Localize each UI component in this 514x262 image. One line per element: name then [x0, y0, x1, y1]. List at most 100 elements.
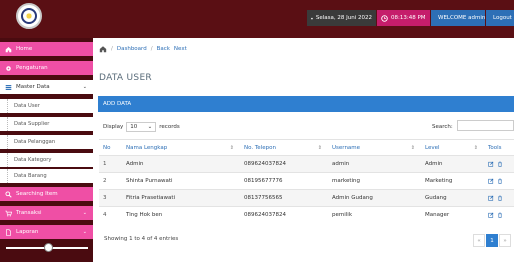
sidebar-subitem-label: Data Barang — [14, 173, 47, 179]
chevron-down-icon: ⌄ — [82, 229, 87, 235]
sidebar-subitem-data-user[interactable]: Data User — [0, 99, 93, 113]
edit-icon[interactable] — [488, 212, 494, 218]
sidebar-item-searching[interactable]: Searching Item — [0, 187, 93, 201]
cell-username: marketing — [328, 172, 421, 190]
entries-select[interactable]: 10 ⌄ — [126, 122, 157, 132]
gear-icon — [6, 65, 11, 71]
cell-username: admin — [328, 155, 421, 173]
cell-level: Admin — [421, 155, 484, 173]
sidebar-subitem-label: Data Supplier — [14, 121, 50, 127]
app-logo[interactable] — [16, 3, 42, 29]
cell-no: 2 — [99, 172, 122, 190]
logout-button[interactable]: Logout — [486, 10, 514, 26]
file-icon — [6, 228, 11, 236]
sidebar-subitem-data-pelanggan[interactable]: Data Pelanggan — [0, 135, 93, 149]
sidebar-subitem-label: Data Kategory — [14, 157, 52, 163]
list-icon — [5, 84, 12, 90]
sidebar-item-transaksi[interactable]: Transaksi ⌄ — [0, 206, 93, 220]
edit-icon[interactable] — [488, 161, 494, 167]
table-info: Showing 1 to 4 of 4 entries — [104, 236, 179, 242]
sidebar-subitem-label: Data Pelanggan — [14, 139, 56, 145]
sidebar-item-laporan[interactable]: Laporan ⌄ — [0, 225, 93, 239]
sidebar-item-label: Master Data — [16, 84, 50, 90]
cell-no: 3 — [99, 189, 122, 207]
cell-level: Manager — [421, 206, 484, 224]
cell-username: pemilik — [328, 206, 421, 224]
cell-no: 1 — [99, 155, 122, 173]
sidebar-item-label: Laporan — [16, 229, 39, 235]
sidebar-item-label: Transaksi — [16, 210, 42, 216]
clock-icon — [381, 14, 388, 22]
display-label: Display — [103, 124, 124, 130]
breadcrumb-back[interactable]: Back — [157, 46, 170, 52]
breadcrumb-dashboard[interactable]: Dashboard — [117, 46, 147, 52]
breadcrumb-separator: / — [150, 46, 153, 52]
pagination-prev[interactable]: « — [473, 234, 485, 247]
edit-icon[interactable] — [488, 195, 494, 201]
col-header-username[interactable]: Username ⇕ — [328, 139, 421, 156]
cell-telepon: 08195677776 — [240, 172, 328, 190]
edit-icon[interactable] — [488, 178, 494, 184]
add-data-button[interactable]: ADD DATA — [98, 96, 514, 112]
sidebar-item-label: Pengaturan — [16, 65, 48, 71]
pagination-next[interactable]: » — [499, 234, 511, 247]
table-header-row: No Nama Lengkap ⇕ No. Telepon ⇕ Username ⇕ … — [99, 139, 514, 156]
sidebar-item-master-data[interactable]: Master Data ⌄ — [0, 80, 93, 94]
trash-icon[interactable] — [497, 178, 503, 184]
home-icon — [5, 46, 12, 52]
pagination-page-1[interactable]: 1 — [486, 234, 498, 247]
sidebar-subitem-data-kategory[interactable]: Data Kategory — [0, 153, 93, 167]
sidebar-slider-handle[interactable] — [44, 243, 53, 252]
cell-username: Admin Gudang — [328, 189, 421, 207]
sidebar-item-home[interactable]: Home — [0, 42, 93, 56]
col-header-label: Nama Lengkap — [126, 144, 168, 151]
col-header-label: Tools — [488, 144, 502, 151]
search-input[interactable] — [457, 120, 514, 131]
col-header-level[interactable]: Level ⇕ — [421, 139, 484, 156]
sidebar-subitem-data-supplier[interactable]: Data Supplier — [0, 117, 93, 131]
table-row: 4 Ting Hok ben 089624037824 pemilik Mana… — [99, 206, 514, 224]
cell-tools — [484, 155, 514, 173]
breadcrumb: / Dashboard / Back Next — [99, 45, 187, 53]
table-row: 3 Fitria Prasetiawati 08137756565 Admin … — [99, 189, 514, 207]
cell-nama: Admin — [122, 155, 240, 173]
col-header-label: No — [103, 144, 111, 151]
welcome-chip[interactable]: WELCOME admin — [431, 10, 485, 26]
sidebar-item-pengaturan[interactable]: Pengaturan — [0, 61, 93, 75]
date-text: Selasa, 28 Juni 2022 — [315, 15, 372, 21]
col-header-nama[interactable]: Nama Lengkap ⇕ — [122, 139, 240, 156]
trash-icon[interactable] — [497, 161, 503, 167]
page-title: DATA USER — [99, 73, 152, 83]
time-text: 08:13:48 PM — [391, 15, 426, 21]
breadcrumb-next[interactable]: Next — [174, 46, 187, 52]
col-header-no[interactable]: No — [99, 139, 122, 156]
cell-telepon: 08137756565 — [240, 189, 328, 207]
sidebar-subitem-label: Data User — [14, 103, 40, 109]
records-label: records — [159, 124, 180, 130]
sidebar-item-label: Home — [16, 46, 33, 52]
panel-title: ADD DATA — [103, 101, 132, 107]
time-chip: 08:13:48 PM — [377, 10, 430, 26]
logo-emblem-icon — [21, 8, 37, 24]
breadcrumb-separator: / — [111, 46, 113, 52]
sort-icon: ⇕ — [229, 145, 234, 151]
entries-value: 10 — [130, 124, 138, 130]
home-icon[interactable] — [99, 45, 107, 53]
pagination: « 1 » — [473, 234, 511, 247]
col-header-telepon[interactable]: No. Telepon ⇕ — [240, 139, 328, 156]
trash-icon[interactable] — [497, 195, 503, 201]
trash-icon[interactable] — [497, 212, 503, 218]
chevron-down-icon: ⌄ — [147, 124, 153, 130]
chevron-down-icon: ⌄ — [82, 210, 87, 216]
col-header-tools: Tools — [484, 139, 514, 156]
entries-control: Display 10 ⌄ records — [103, 122, 180, 132]
sidebar-item-label: Searching Item — [16, 191, 58, 197]
logout-text: Logout — [493, 15, 512, 21]
search-label: Search: — [432, 124, 453, 130]
cell-tools — [484, 172, 514, 190]
search-icon — [5, 190, 12, 198]
col-header-label: Username — [332, 144, 361, 151]
cell-telepon: 089624037824 — [240, 155, 328, 173]
cart-icon — [5, 210, 12, 216]
sidebar-subitem-data-barang[interactable]: Data Barang — [0, 169, 93, 183]
